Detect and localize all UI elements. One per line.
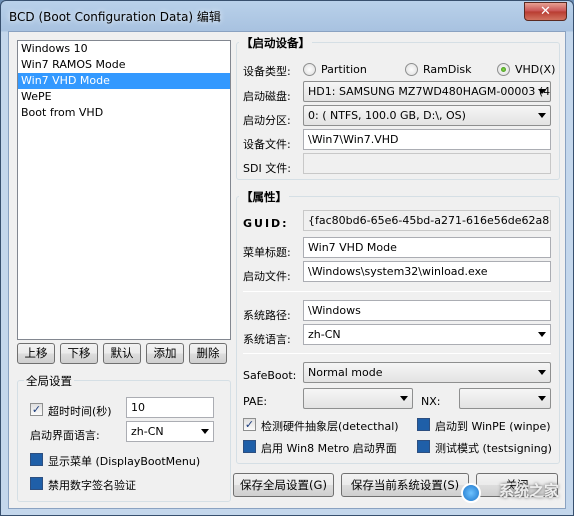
delete-entry-button[interactable]: 删除 bbox=[189, 343, 227, 364]
display-menu-label: 显示菜单 (DisplayBootMenu) bbox=[48, 455, 201, 468]
window-title: BCD (Boot Configuration Data) 编辑 bbox=[9, 10, 221, 24]
boot-partition-label: 启动分区: bbox=[243, 114, 291, 127]
boot-disk-select[interactable]: HD1: SAMSUNG MZ7WD480HAGM-00003 (447. bbox=[303, 81, 551, 102]
sdi-file-input bbox=[303, 153, 551, 174]
divider bbox=[243, 291, 551, 292]
winpe-label: 启动到 WinPE (winpe) bbox=[435, 420, 551, 433]
chevron-down-icon bbox=[538, 332, 546, 337]
ramdisk-radio-label: RamDisk bbox=[423, 63, 472, 76]
system-language-select[interactable]: zh-CN bbox=[303, 324, 551, 345]
disable-signature-label: 禁用数字签名验证 bbox=[48, 479, 136, 492]
guid-label: GUID: bbox=[243, 217, 289, 230]
pae-select[interactable] bbox=[303, 388, 413, 409]
list-item-win7-ramos[interactable]: Win7 RAMOS Mode bbox=[18, 57, 230, 73]
disable-signature-checkbox[interactable] bbox=[30, 477, 43, 490]
nx-label: NX: bbox=[421, 395, 441, 408]
watermark: 系统之家 bbox=[498, 482, 559, 500]
metro-checkbox[interactable] bbox=[243, 440, 256, 453]
menu-title-label: 菜单标题: bbox=[243, 246, 291, 259]
menu-title-input[interactable]: Win7 VHD Mode bbox=[303, 237, 551, 258]
set-default-button[interactable]: 默认 bbox=[103, 343, 141, 364]
boot-disk-label: 启动磁盘: bbox=[243, 90, 291, 103]
save-global-button[interactable]: 保存全局设置(G) bbox=[233, 473, 334, 497]
chevron-down-icon bbox=[538, 113, 546, 118]
device-type-label: 设备类型: bbox=[243, 65, 291, 78]
device-file-input[interactable]: \Win7\Win7.VHD bbox=[303, 129, 551, 150]
list-item-win7-vhd[interactable]: Win7 VHD Mode bbox=[18, 73, 230, 89]
safeboot-label: SafeBoot: bbox=[243, 369, 297, 382]
watermark-logo-icon bbox=[461, 483, 481, 503]
testsigning-checkbox[interactable] bbox=[417, 440, 430, 453]
safeboot-value: Normal mode bbox=[308, 366, 383, 379]
chevron-down-icon bbox=[538, 370, 546, 375]
client-area: Windows 10 Win7 RAMOS Mode Win7 VHD Mode… bbox=[8, 31, 566, 509]
chevron-down-icon bbox=[538, 396, 546, 401]
properties-group: 【属性】 GUID: {fac80bd6-65e6-45bd-a271-616e… bbox=[236, 189, 560, 464]
detecthal-label: 检测硬件抽象层(detecthal) bbox=[261, 420, 399, 433]
pae-label: PAE: bbox=[243, 395, 268, 408]
partition-radio-label: Partition bbox=[321, 63, 367, 76]
partition-radio[interactable] bbox=[303, 63, 316, 76]
boot-device-group: 【启动设备】 设备类型: Partition RamDisk VHD(X) 启动… bbox=[236, 35, 560, 180]
chevron-down-icon bbox=[538, 89, 546, 94]
metro-label: 启用 Win8 Metro 启动界面 bbox=[261, 442, 397, 455]
boot-partition-value: 0: ( NTFS, 100.0 GB, D:\, OS) bbox=[308, 109, 466, 122]
bcd-window: BCD (Boot Configuration Data) 编辑 ✕ Windo… bbox=[0, 0, 574, 516]
move-up-button[interactable]: 上移 bbox=[17, 343, 55, 364]
add-entry-button[interactable]: 添加 bbox=[146, 343, 184, 364]
boot-entry-list[interactable]: Windows 10 Win7 RAMOS Mode Win7 VHD Mode… bbox=[17, 40, 231, 340]
vhdx-radio[interactable] bbox=[497, 63, 510, 76]
nx-select[interactable] bbox=[459, 388, 551, 409]
display-menu-checkbox[interactable] bbox=[30, 453, 43, 466]
system-path-label: 系统路径: bbox=[243, 309, 291, 322]
system-language-label: 系统语言: bbox=[243, 333, 291, 346]
timeout-input[interactable]: 10 bbox=[126, 397, 214, 418]
ui-language-select[interactable]: zh-CN bbox=[126, 421, 214, 442]
system-language-value: zh-CN bbox=[308, 328, 341, 341]
system-path-input[interactable]: \Windows bbox=[303, 300, 551, 321]
boot-device-title: 【启动设备】 bbox=[239, 35, 312, 51]
boot-disk-value: HD1: SAMSUNG MZ7WD480HAGM-00003 (447. bbox=[308, 85, 551, 98]
ui-language-label: 启动界面语言: bbox=[30, 429, 100, 442]
title-bar[interactable]: BCD (Boot Configuration Data) 编辑 ✕ bbox=[1, 1, 573, 31]
device-file-label: 设备文件: bbox=[243, 138, 291, 151]
list-item-wepe[interactable]: WePE bbox=[18, 89, 230, 105]
winpe-checkbox[interactable] bbox=[417, 418, 430, 431]
global-settings-title: 全局设置 bbox=[24, 373, 74, 389]
divider bbox=[243, 353, 551, 354]
timeout-label: 超时时间(秒) bbox=[48, 405, 112, 418]
list-item-windows10[interactable]: Windows 10 bbox=[18, 41, 230, 57]
boot-partition-select[interactable]: 0: ( NTFS, 100.0 GB, D:\, OS) bbox=[303, 105, 551, 126]
move-down-button[interactable]: 下移 bbox=[60, 343, 98, 364]
ui-language-value: zh-CN bbox=[131, 425, 164, 438]
testsigning-label: 测试模式 (testsigning) bbox=[435, 442, 552, 455]
boot-file-label: 启动文件: bbox=[243, 270, 291, 283]
detecthal-checkbox[interactable]: ✓ bbox=[243, 418, 256, 431]
boot-file-input[interactable]: \Windows\system32\winload.exe bbox=[303, 261, 551, 282]
properties-title: 【属性】 bbox=[239, 189, 289, 205]
chevron-down-icon bbox=[400, 396, 408, 401]
safeboot-select[interactable]: Normal mode bbox=[303, 362, 551, 383]
global-settings-group: 全局设置 ✓ 超时时间(秒) 10 启动界面语言: zh-CN 显示菜单 (Di… bbox=[17, 373, 231, 502]
vhdx-radio-label: VHD(X) bbox=[515, 63, 556, 76]
chevron-down-icon bbox=[201, 429, 209, 434]
sdi-file-label: SDI 文件: bbox=[243, 162, 291, 175]
guid-field: {fac80bd6-65e6-45bd-a271-616e56de62a8} bbox=[303, 210, 551, 231]
timeout-checkbox[interactable]: ✓ bbox=[30, 403, 43, 416]
save-current-button[interactable]: 保存当前系统设置(S) bbox=[341, 473, 469, 497]
close-window-button[interactable]: ✕ bbox=[524, 2, 567, 21]
ramdisk-radio[interactable] bbox=[405, 63, 418, 76]
list-item-boot-vhd[interactable]: Boot from VHD bbox=[18, 105, 230, 121]
